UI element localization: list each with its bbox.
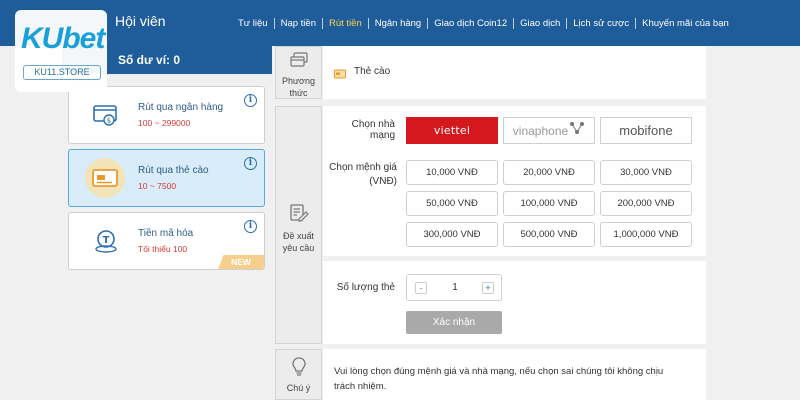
mobifone-logo: mobifone [619,123,673,138]
logo-wordmark: KUbet [21,22,105,55]
method-name: Rút qua ngân hàng [138,102,224,113]
info-icon[interactable]: i [244,94,257,107]
method-bank[interactable]: $ Rút qua ngân hàng 100 ~ 299000 i [68,86,265,144]
proposal-label: Đề xuất yêu cầu [282,231,315,253]
nav-item-bet-history[interactable]: Lịch sử cược [566,17,635,29]
denomination-label: Chọn mệnh giá (VNĐ) [329,162,397,187]
decrement-button[interactable]: - [415,282,427,294]
method-range: 10 ~ 7500 [138,181,177,191]
viettel-logo: viettel [433,124,471,137]
proposal-section-header: Đề xuất yêu cầu [275,106,322,344]
denomination-option[interactable]: 10,000 VNĐ [406,160,498,185]
denomination-option[interactable]: 300,000 VNĐ [406,222,498,247]
tab-scratch-card[interactable]: Thẻ cào [354,66,390,77]
nav-item-coin12[interactable]: Giao dịch Coin12 [427,17,513,29]
svg-text:$: $ [107,117,111,125]
lightbulb-icon [291,357,306,376]
denomination-option[interactable]: 1,000,000 VNĐ [600,222,692,247]
top-nav: Tư liệu Nạp tiền Rút tiền Ngân hàng Giao… [232,0,735,46]
nav-item-promotions[interactable]: Khuyến mãi của bạn [635,17,735,29]
bank-card-icon: $ [91,100,121,130]
method-range: 100 ~ 299000 [138,118,191,128]
nav-item-deposit[interactable]: Nạp tiền [273,17,322,29]
cards-icon [289,52,308,67]
vinaphone-star-icon [570,121,585,134]
denomination-option[interactable]: 200,000 VNĐ [600,191,692,216]
note-label: Chú ý [286,383,311,393]
vinaphone-logo: vinaphone [512,123,569,138]
denomination-option[interactable]: 100,000 VNĐ [503,191,595,216]
svg-text:T: T [103,235,110,246]
denomination-option[interactable]: 20,000 VNĐ [503,160,595,185]
network-label: Chọn nhà mạng [351,119,395,141]
denomination-option[interactable]: 50,000 VNĐ [406,191,498,216]
confirm-button[interactable]: Xác nhận [406,311,502,334]
nav-item-bank[interactable]: Ngân hàng [367,17,427,29]
denomination-option[interactable]: 500,000 VNĐ [503,222,595,247]
info-icon[interactable]: i [244,220,257,233]
nav-item-transactions[interactable]: Giao dịch [513,17,566,29]
quantity-label: Số lượng thẻ [336,282,395,293]
network-viettel[interactable]: viettel [406,117,498,144]
method-range: Tối thiểu 100 [138,244,188,254]
scratch-card-tab-icon [334,66,346,84]
brand-logo: KUbet KU11.STORE [15,10,107,92]
method-scratch-card[interactable]: Rút qua thẻ cào 10 ~ 7500 i [68,149,265,207]
note-section-header: Chú ý [275,349,322,400]
new-badge: NEW [218,255,264,269]
method-section-header: Phương thức [275,46,322,99]
logo-store-tag: KU11.STORE [23,65,101,80]
quantity-value[interactable]: 1 [437,282,473,293]
note-text: Vui lòng chọn đúng mệnh giá và nhà mạng,… [334,366,664,392]
network-vinaphone[interactable]: vinaphone [503,117,595,144]
nav-item-withdraw[interactable]: Rút tiền [321,17,368,29]
method-crypto[interactable]: T Tiền mã hóa Tối thiểu 100 i NEW [68,212,265,270]
denomination-option[interactable]: 30,000 VNĐ [600,160,692,185]
scratch-card-icon [85,158,125,198]
method-name: Rút qua thẻ cào [138,165,209,176]
top-bar: Hội viên Tư liệu Nạp tiền Rút tiền Ngân … [0,0,800,46]
proposal-form-bottom [323,261,706,344]
quantity-stepper: - 1 + [406,274,502,301]
increment-button[interactable]: + [482,282,494,294]
method-label: Phương thức [282,76,315,98]
edit-form-icon [289,204,309,222]
method-name: Tiền mã hóa [138,228,194,239]
page-title: Hội viên [115,13,166,29]
nav-item-profile[interactable]: Tư liệu [232,18,274,29]
info-icon[interactable]: i [244,157,257,170]
withdraw-methods: $ Rút qua ngân hàng 100 ~ 299000 i Rút q… [62,80,272,280]
crypto-coin-icon: T [91,226,121,256]
network-mobifone[interactable]: mobifone [600,117,692,144]
